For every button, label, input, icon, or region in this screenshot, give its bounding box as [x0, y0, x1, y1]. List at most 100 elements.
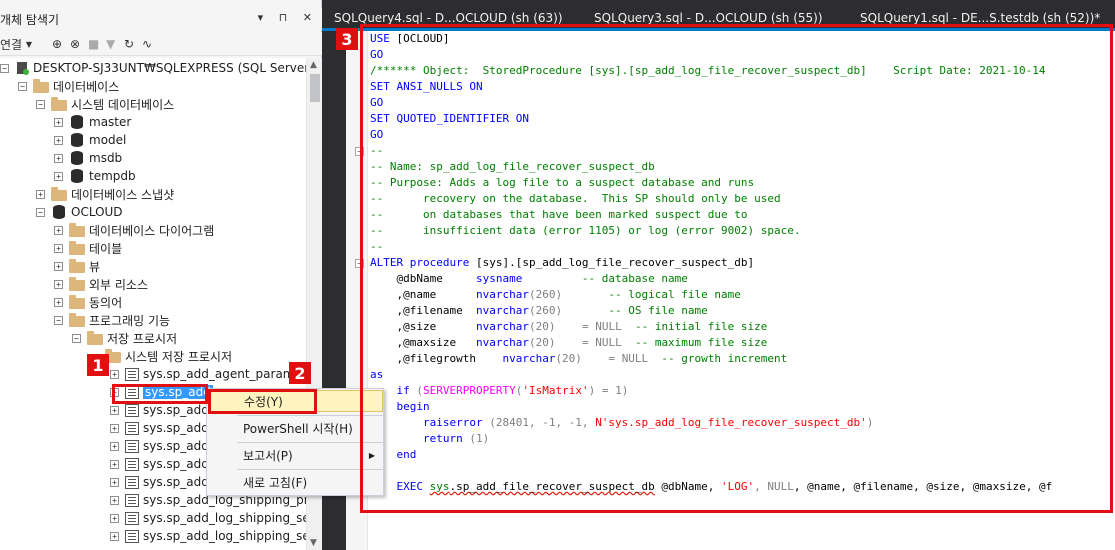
database-icon [53, 205, 65, 219]
expand-icon[interactable]: + [54, 261, 63, 271]
annotation-box-2 [208, 389, 317, 414]
stored-procedure-icon [125, 439, 139, 453]
menu-item-reports[interactable]: 보고서(P) ▶ [208, 444, 383, 466]
collapse-icon[interactable]: − [36, 207, 45, 217]
database-icon [71, 115, 83, 129]
collapse-icon[interactable]: − [0, 63, 9, 73]
database-icon [71, 151, 83, 165]
collapse-icon[interactable]: − [36, 99, 45, 109]
expand-icon[interactable]: + [110, 405, 119, 415]
tab-sqlquery3[interactable]: SQLQuery3.sql - D...OCLOUD (sh (55)) [594, 11, 823, 25]
database-icon [71, 169, 83, 183]
refresh-icon[interactable]: ↻ [124, 36, 134, 52]
tree-node-synonyms[interactable]: + 동의어 [54, 293, 122, 311]
stored-procedure-icon [125, 493, 139, 507]
expand-icon[interactable]: + [54, 243, 63, 253]
chevron-down-icon: ▼ [25, 39, 33, 49]
stored-procedure-icon [125, 529, 139, 543]
annotation-badge-2: 2 [289, 362, 311, 384]
annotation-box-1 [112, 384, 208, 404]
expand-icon[interactable]: + [110, 495, 119, 505]
tree-node-diagrams[interactable]: + 데이터베이스 다이어그램 [54, 221, 214, 239]
tree-node-stored-procedures[interactable]: − 저장 프로시저 [72, 329, 177, 347]
object-explorer-title: 개체 탐색기 [0, 13, 60, 27]
collapse-icon[interactable]: − [54, 315, 63, 325]
tree-node-databases[interactable]: − 데이터베이스 [18, 77, 119, 95]
folder-icon [69, 258, 85, 273]
tree-node-ocloud[interactable]: − OCLOUD [36, 203, 123, 221]
tree-node-procedure[interactable]: + sys.sp_add_agent_paramet [110, 365, 306, 383]
folder-icon [69, 312, 85, 327]
folder-icon [69, 294, 85, 309]
stored-procedure-icon [125, 403, 139, 417]
tree-node-procedure[interactable]: + sys.sp_add_log_shipping_seco [110, 509, 306, 527]
stored-procedure-icon [125, 367, 139, 381]
tree-node-procedure[interactable]: + sys.sp_add [110, 473, 209, 491]
stored-procedure-icon [125, 475, 139, 489]
tree-node-system-databases[interactable]: − 시스템 데이터베이스 [36, 95, 174, 113]
menu-item-refresh[interactable]: 새로 고침(F) [208, 471, 383, 493]
server-icon [15, 61, 29, 75]
tree-node-views[interactable]: + 뷰 [54, 257, 100, 275]
folder-icon [69, 276, 85, 291]
expand-icon[interactable]: + [110, 513, 119, 523]
tab-sqlquery4[interactable]: SQLQuery4.sql - D...OCLOUD (sh (63)) [334, 11, 563, 25]
folder-icon [33, 78, 49, 93]
panel-window-buttons[interactable]: ▾ ⊓ ✕ [258, 11, 318, 24]
expand-icon[interactable]: + [110, 441, 119, 451]
connect-button[interactable]: 연결 ▼ [0, 36, 32, 52]
expand-icon[interactable]: + [36, 189, 45, 199]
disconnect-icon[interactable]: ⊗ [70, 36, 80, 52]
scroll-down-icon[interactable]: ▼ [310, 538, 317, 548]
filter-icon[interactable]: ▼ [106, 36, 115, 52]
tree-node-tables[interactable]: + 테이블 [54, 239, 122, 257]
stored-procedure-icon [125, 457, 139, 471]
tree-node-tempdb[interactable]: + tempdb [54, 167, 136, 185]
menu-item-start-powershell[interactable]: PowerShell 시작(H) [208, 417, 383, 439]
expand-icon[interactable]: + [54, 153, 63, 163]
connect-icon[interactable]: ⊕ [52, 36, 62, 52]
stored-procedure-icon [125, 511, 139, 525]
tree-node-server[interactable]: − DESKTOP-SJ33UNT₩SQLEXPRESS (SQL Server… [0, 59, 306, 77]
object-explorer-titlebar: 개체 탐색기 ▾ ⊓ ✕ [0, 8, 322, 30]
tree-node-snapshots[interactable]: + 데이터베이스 스냅샷 [36, 185, 174, 203]
expand-icon[interactable]: + [54, 225, 63, 235]
expand-icon[interactable]: + [110, 423, 119, 433]
expand-icon[interactable]: + [54, 117, 63, 127]
tree-node-model[interactable]: + model [54, 131, 126, 149]
scrollbar-thumb[interactable] [310, 74, 320, 102]
tree-node-master[interactable]: + master [54, 113, 131, 131]
folder-icon [51, 96, 67, 111]
annotation-badge-1: 1 [87, 354, 109, 376]
stored-procedure-icon [125, 421, 139, 435]
annotation-box-3 [360, 24, 1113, 513]
collapse-icon[interactable]: − [18, 81, 27, 91]
expand-icon[interactable]: + [54, 135, 63, 145]
tree-node-procedure[interactable]: + sys.sp_add [110, 437, 209, 455]
expand-icon[interactable]: + [110, 369, 119, 379]
tree-node-msdb[interactable]: + msdb [54, 149, 122, 167]
expand-icon[interactable]: + [110, 477, 119, 487]
object-explorer-toolbar: 연결 ▼ ⊕ ⊗ ■ ▼ ↻ ∿ [0, 32, 322, 56]
tree-node-programmability[interactable]: − 프로그래밍 기능 [54, 311, 170, 329]
expand-icon[interactable]: + [110, 531, 119, 541]
stop-icon[interactable]: ■ [88, 36, 99, 52]
tree-node-system-stored-procedures[interactable]: 시스템 저장 프로시저 [105, 347, 232, 365]
expand-icon[interactable]: + [54, 297, 63, 307]
collapse-icon[interactable]: − [72, 333, 81, 343]
folder-icon [87, 330, 103, 345]
database-icon [71, 133, 83, 147]
tab-sqlquery1[interactable]: SQLQuery1.sql - DE...S.testdb (sh (52))* [860, 11, 1100, 25]
expand-icon[interactable]: + [54, 171, 63, 181]
folder-icon [69, 240, 85, 255]
tree-node-procedure[interactable]: + sys.sp_add [110, 455, 209, 473]
tree-node-procedure[interactable]: + sys.sp_add [110, 419, 209, 437]
scroll-up-icon[interactable]: ▲ [310, 60, 317, 70]
activity-monitor-icon[interactable]: ∿ [142, 36, 152, 52]
tree-node-external-resources[interactable]: + 외부 리소스 [54, 275, 148, 293]
folder-icon [69, 222, 85, 237]
folder-icon [51, 186, 67, 201]
tree-node-procedure[interactable]: + sys.sp_add_log_shipping_seco [110, 527, 306, 545]
expand-icon[interactable]: + [110, 459, 119, 469]
expand-icon[interactable]: + [54, 279, 63, 289]
